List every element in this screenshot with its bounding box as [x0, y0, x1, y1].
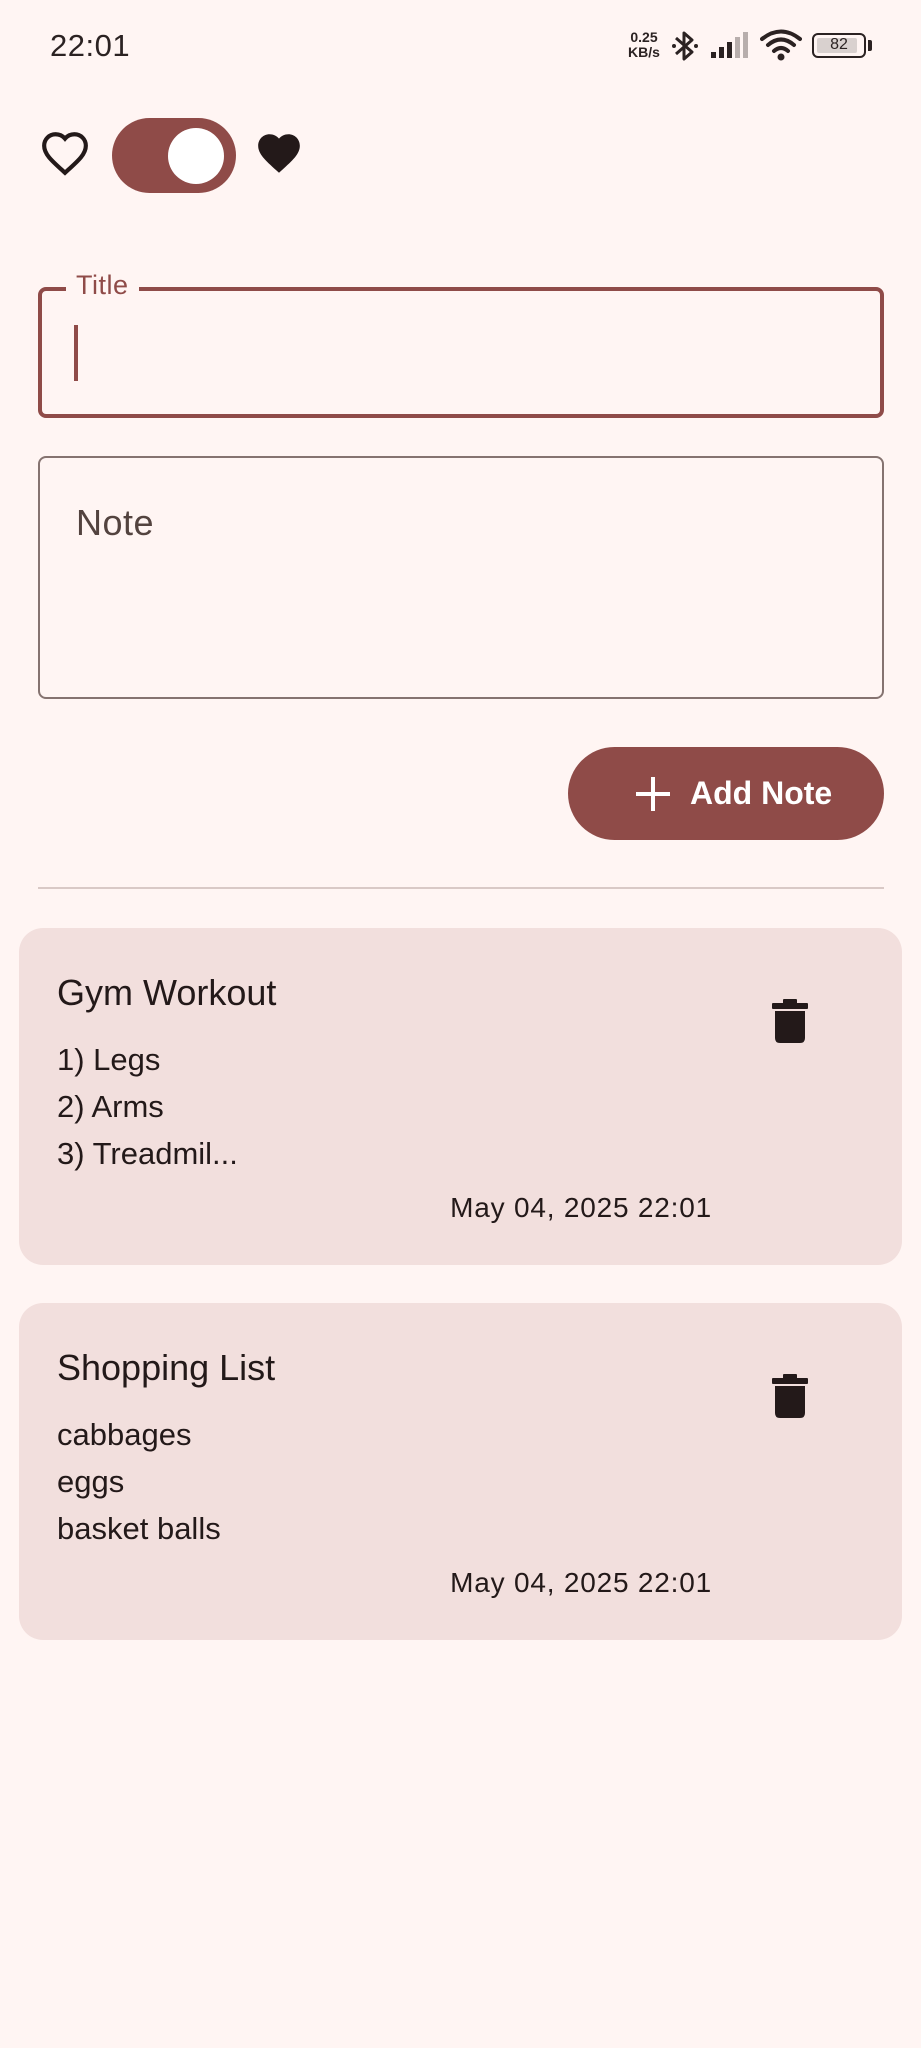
title-input[interactable] — [38, 287, 884, 418]
notes-screen: 22:01 0.25 KB/s 82 Title Note Add Note G… — [0, 0, 921, 2048]
note-title: Shopping List — [57, 1347, 276, 1388]
note-date: May 04, 2025 22:01 — [450, 1567, 712, 1598]
note-card[interactable]: Shopping List cabbages eggs basket balls… — [19, 1303, 902, 1640]
network-speed: 0.25 KB/s — [624, 30, 664, 60]
note-body: cabbages eggs basket balls — [57, 1411, 221, 1552]
heart-outline-icon[interactable] — [40, 130, 90, 176]
add-note-button[interactable]: Add Note — [568, 747, 884, 840]
plus-icon — [636, 777, 670, 811]
favorites-toggle[interactable] — [112, 118, 236, 193]
note-line: 1) Legs — [57, 1042, 161, 1077]
status-time: 22:01 — [50, 28, 131, 63]
note-line: basket balls — [57, 1511, 221, 1546]
network-speed-unit: KB/s — [628, 44, 660, 60]
note-placeholder: Note — [76, 502, 155, 543]
note-line: cabbages — [57, 1417, 192, 1452]
text-cursor — [74, 325, 78, 381]
note-card[interactable]: Gym Workout 1) Legs 2) Arms 3) Treadmil.… — [19, 928, 902, 1265]
add-note-label: Add Note — [690, 775, 833, 811]
note-line: 2) Arms — [57, 1089, 164, 1124]
note-date: May 04, 2025 22:01 — [450, 1192, 712, 1223]
heart-filled-icon[interactable] — [254, 130, 304, 176]
wifi-icon — [760, 29, 802, 61]
toggle-thumb — [168, 128, 224, 184]
title-label: Title — [66, 270, 139, 301]
bluetooth-icon — [672, 31, 698, 61]
note-line: eggs — [57, 1464, 125, 1499]
network-speed-value: 0.25 — [630, 29, 658, 45]
note-title: Gym Workout — [57, 972, 277, 1013]
battery-level: 82 — [830, 36, 848, 53]
battery-icon: 82 — [812, 33, 866, 58]
status-bar: 22:01 0.25 KB/s 82 — [0, 0, 921, 92]
battery-tip — [868, 40, 872, 51]
divider — [38, 887, 884, 889]
note-line: 3) Treadmil... — [57, 1136, 238, 1171]
delete-icon[interactable] — [772, 1374, 808, 1418]
note-input[interactable] — [38, 456, 884, 699]
note-body: 1) Legs 2) Arms 3) Treadmil... — [57, 1036, 238, 1177]
signal-icon — [711, 32, 748, 58]
delete-icon[interactable] — [772, 999, 808, 1043]
